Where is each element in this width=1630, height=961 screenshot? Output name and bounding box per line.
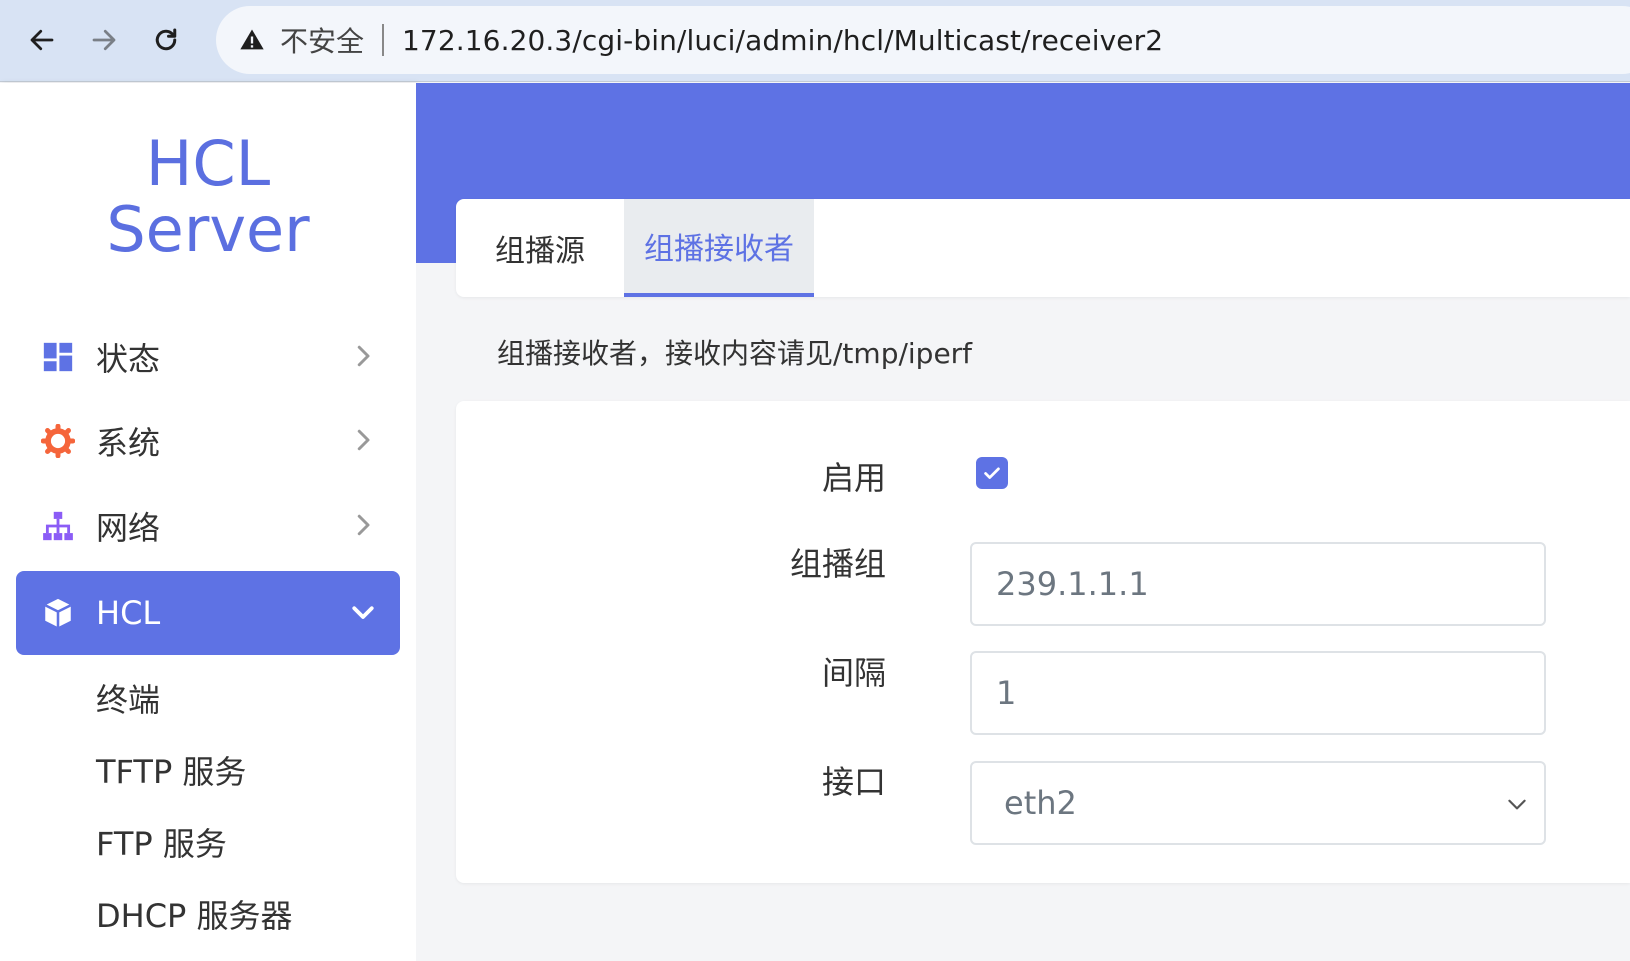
- sidebar-subitem-tftp[interactable]: TFTP 服务: [96, 747, 246, 793]
- forward-arrow-icon: [92, 29, 116, 51]
- group-input-value: 239.1.1.1: [996, 565, 1149, 603]
- chevron-right-icon: [357, 345, 370, 367]
- forward-button[interactable]: [82, 18, 126, 62]
- interval-input-value: 1: [996, 674, 1017, 712]
- sidebar-item-label: HCL: [96, 594, 161, 632]
- dashboard-icon: [40, 339, 76, 375]
- url-text[interactable]: 172.16.20.3/cgi-bin/luci/admin/hcl/Multi…: [402, 24, 1163, 57]
- chevron-right-icon: [357, 514, 370, 536]
- sidebar-subitem-ftp[interactable]: FTP 服务: [96, 819, 227, 865]
- brand-line-1: HCL: [145, 127, 271, 200]
- interface-select[interactable]: eth2: [970, 761, 1546, 845]
- sidebar-item-label: 网络: [96, 509, 161, 547]
- interval-input[interactable]: 1: [970, 651, 1546, 735]
- chevron-right-icon: [357, 429, 370, 451]
- network-icon: [40, 508, 76, 544]
- interface-label: 接口: [821, 763, 886, 801]
- brand-logo[interactable]: HCL Server: [0, 131, 416, 263]
- sidebar-item-status[interactable]: 状态: [16, 315, 400, 399]
- brand-line-2: Server: [106, 193, 310, 266]
- interval-label: 间隔: [821, 654, 886, 692]
- sidebar: HCL Server 状态 系统 网络 HCL 终端 TFTP 服务 FTP 服…: [0, 83, 416, 961]
- enable-label: 启用: [821, 459, 886, 497]
- section-description: 组播接收者，接收内容请见/tmp/iperf: [497, 337, 973, 370]
- tab-bar: 组播源 组播接收者: [456, 199, 1630, 297]
- insecure-label[interactable]: 不安全: [280, 20, 364, 60]
- interface-select-value: eth2: [1004, 784, 1077, 822]
- browser-toolbar: 不安全 172.16.20.3/cgi-bin/luci/admin/hcl/M…: [0, 0, 1630, 82]
- tab-multicast-receiver[interactable]: 组播接收者: [624, 199, 814, 297]
- gear-icon: [40, 423, 76, 459]
- sidebar-item-hcl[interactable]: HCL: [16, 571, 400, 655]
- sidebar-item-label: 状态: [96, 340, 161, 378]
- enable-checkbox[interactable]: [976, 457, 1008, 489]
- warning-icon[interactable]: [238, 26, 266, 54]
- address-bar[interactable]: 不安全 172.16.20.3/cgi-bin/luci/admin/hcl/M…: [216, 6, 1630, 74]
- tab-multicast-source[interactable]: 组播源: [456, 199, 624, 297]
- checkmark-icon: [984, 467, 1000, 479]
- settings-form: 启用 组播组 239.1.1.1 间隔 1 接口 eth2: [456, 401, 1630, 883]
- group-label: 组播组: [789, 545, 886, 583]
- chevron-down-icon: [352, 606, 374, 619]
- chevron-down-icon: [1508, 799, 1526, 810]
- sidebar-item-label: 系统: [96, 424, 161, 462]
- cube-icon: [40, 595, 76, 631]
- address-separator: [382, 24, 385, 56]
- back-arrow-icon: [30, 29, 54, 51]
- sidebar-item-system[interactable]: 系统: [16, 399, 400, 483]
- sidebar-subitem-dhcp[interactable]: DHCP 服务器: [96, 891, 293, 937]
- group-input[interactable]: 239.1.1.1: [970, 542, 1546, 626]
- reload-button[interactable]: [144, 18, 188, 62]
- sidebar-subitem-terminal[interactable]: 终端: [96, 675, 160, 721]
- back-button[interactable]: [20, 18, 64, 62]
- reload-icon: [155, 28, 177, 51]
- sidebar-item-network[interactable]: 网络: [16, 484, 400, 568]
